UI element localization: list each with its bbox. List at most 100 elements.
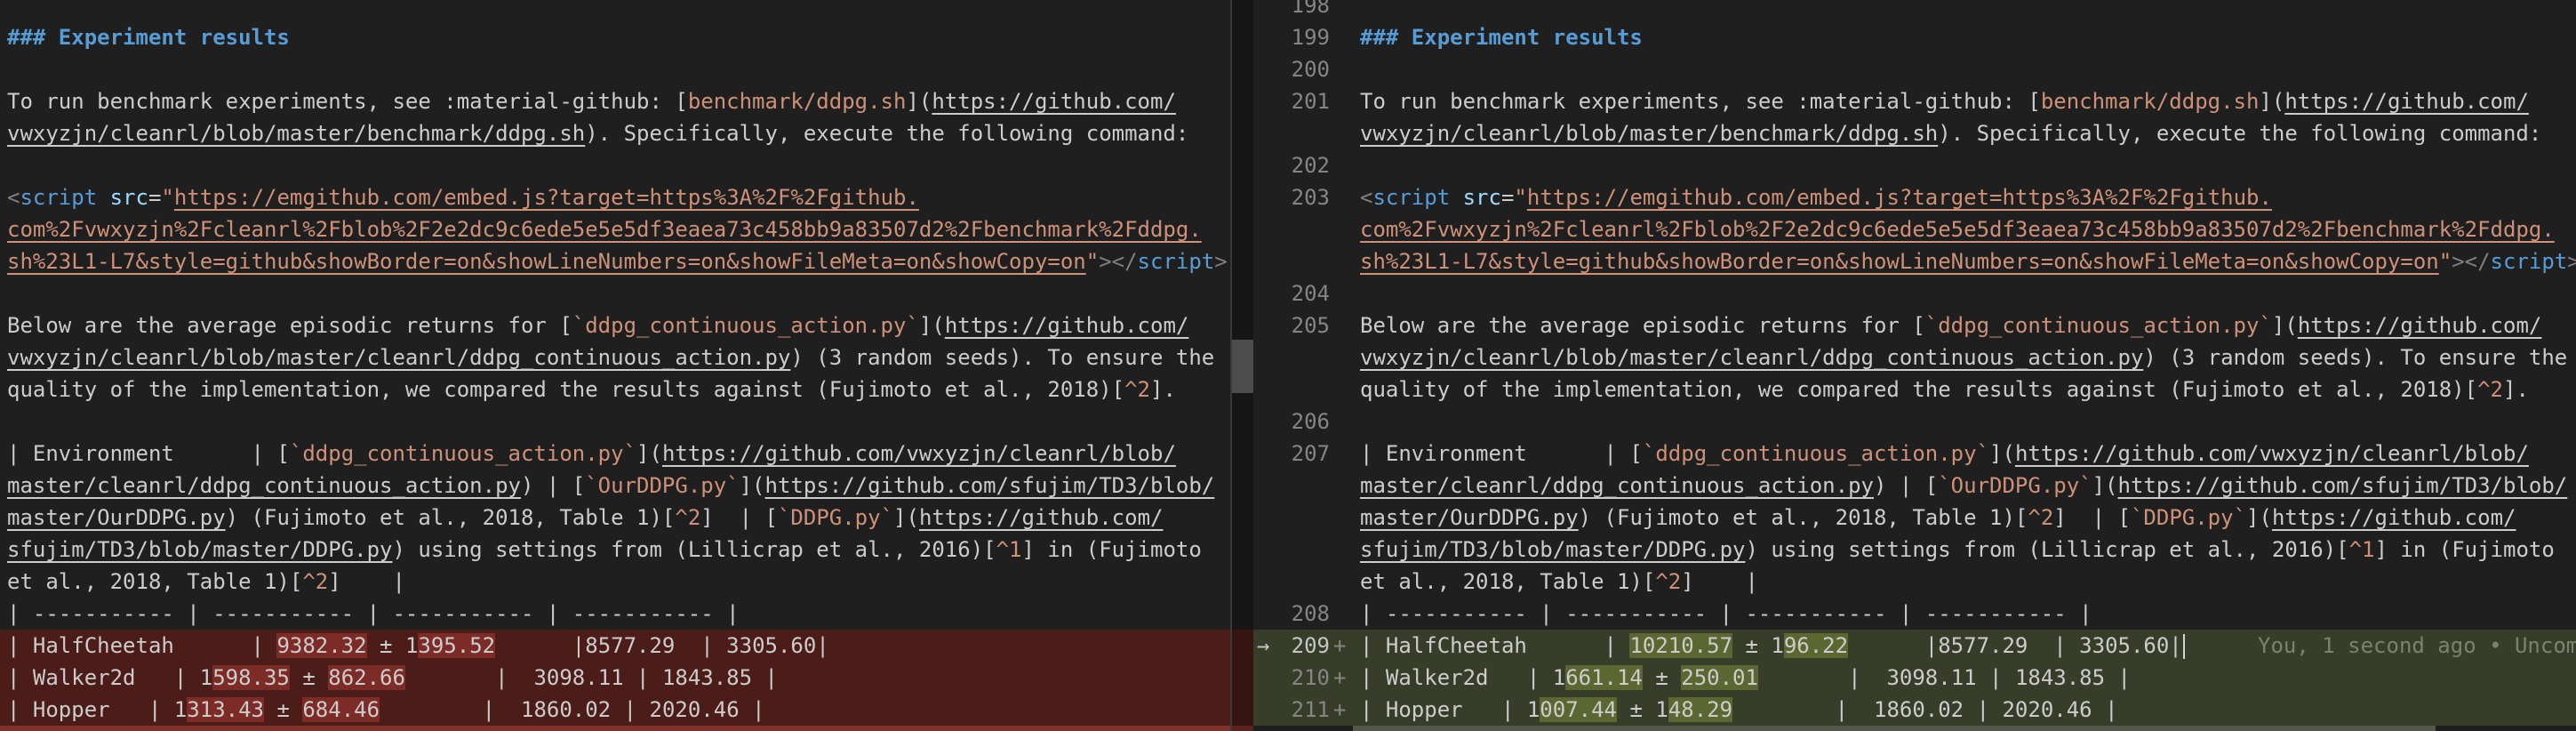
code-line[interactable]: Below are the average episodic returns f… bbox=[0, 309, 1253, 341]
code-line[interactable]: 198 bbox=[1253, 0, 2576, 21]
line-number[interactable]: 209 bbox=[1287, 630, 1330, 662]
code-line[interactable]: 202 bbox=[1253, 149, 2576, 181]
line-number[interactable] bbox=[1287, 374, 1330, 406]
line-gutter[interactable] bbox=[1253, 470, 1360, 502]
code-line[interactable]: 207| Environment | [`ddpg_continuous_act… bbox=[1253, 438, 2576, 470]
line-gutter[interactable]: 199 bbox=[1253, 21, 1360, 53]
line-number[interactable]: 200 bbox=[1287, 53, 1330, 85]
original-scrollbar-thumb[interactable] bbox=[1232, 340, 1253, 393]
line-gutter[interactable] bbox=[1253, 534, 1360, 566]
code-line[interactable]: sh%23L1-L7&style=github&showBorder=on&sh… bbox=[1253, 245, 2576, 277]
code-line[interactable]: ### Experiment results bbox=[0, 21, 1253, 53]
modified-editor-pane[interactable]: 198199### Experiment results200201To run… bbox=[1253, 0, 2576, 731]
line-number[interactable]: 204 bbox=[1287, 277, 1330, 309]
line-number[interactable] bbox=[1287, 341, 1330, 374]
line-gutter[interactable] bbox=[1253, 213, 1360, 245]
line-number[interactable]: 206 bbox=[1287, 406, 1330, 438]
line-number[interactable] bbox=[1287, 470, 1330, 502]
inserted-code-line[interactable]: →209+| HalfCheetah | 10210.57 ± 196.22 |… bbox=[1253, 630, 2576, 662]
inserted-code-line[interactable]: 211+| Hopper | 1007.44 ± 148.29 | 1860.0… bbox=[1253, 694, 2576, 726]
code-line[interactable]: sfujim/TD3/blob/master/DDPG.py) using se… bbox=[0, 534, 1253, 566]
modified-code-lines: 198199### Experiment results200201To run… bbox=[1253, 0, 2576, 726]
code-line[interactable] bbox=[0, 406, 1253, 438]
code-line[interactable] bbox=[0, 149, 1253, 181]
line-number[interactable] bbox=[1287, 245, 1330, 277]
line-number[interactable]: 208 bbox=[1287, 598, 1330, 630]
blame-annotation[interactable]: You, 1 second ago • Uncomm bbox=[2258, 630, 2576, 662]
line-gutter[interactable] bbox=[1253, 566, 1360, 598]
line-gutter[interactable] bbox=[1253, 245, 1360, 277]
line-number[interactable] bbox=[1287, 213, 1330, 245]
line-gutter[interactable]: 205 bbox=[1253, 309, 1360, 341]
deleted-code-line[interactable]: | HalfCheetah | 9382.32 ± 1395.52 |8577.… bbox=[0, 630, 1253, 662]
token-txt: ]. bbox=[1150, 377, 1176, 402]
code-line[interactable]: vwxyzjn/cleanrl/blob/master/benchmark/dd… bbox=[0, 117, 1253, 149]
line-gutter[interactable]: →209+ bbox=[1253, 630, 1360, 662]
code-line[interactable]: 203<script src="https://emgithub.com/emb… bbox=[1253, 181, 2576, 213]
code-line[interactable]: | Environment | [`ddpg_continuous_action… bbox=[0, 438, 1253, 470]
line-number[interactable]: 199 bbox=[1287, 21, 1330, 53]
line-gutter[interactable] bbox=[1253, 117, 1360, 149]
line-gutter[interactable]: 201 bbox=[1253, 85, 1360, 117]
line-gutter[interactable]: 202 bbox=[1253, 149, 1360, 181]
line-gutter[interactable]: 200 bbox=[1253, 53, 1360, 85]
code-line[interactable]: com%2Fvwxyzjn%2Fcleanrl%2Fblob%2F2e2dc9c… bbox=[0, 213, 1253, 245]
code-line[interactable]: quality of the implementation, we compar… bbox=[0, 374, 1253, 406]
line-number[interactable]: 210 bbox=[1287, 662, 1330, 694]
code-line[interactable] bbox=[0, 277, 1253, 309]
inserted-code-line[interactable]: 210+| Walker2d | 1661.14 ± 250.01 | 3098… bbox=[1253, 662, 2576, 694]
line-gutter[interactable] bbox=[1253, 502, 1360, 534]
deleted-code-line[interactable]: | Walker2d | 1598.35 ± 862.66 | 3098.11 … bbox=[0, 662, 1253, 694]
line-number[interactable] bbox=[1287, 502, 1330, 534]
code-line[interactable]: master/cleanrl/ddpg_continuous_action.py… bbox=[1253, 470, 2576, 502]
line-number[interactable]: 203 bbox=[1287, 181, 1330, 213]
line-gutter[interactable]: 198 bbox=[1253, 0, 1360, 21]
line-number[interactable]: 211 bbox=[1287, 694, 1330, 726]
code-line[interactable]: et al., 2018, Table 1)[^2] | bbox=[1253, 566, 2576, 598]
line-gutter[interactable] bbox=[1253, 341, 1360, 374]
code-line[interactable]: <script src="https://emgithub.com/embed.… bbox=[0, 181, 1253, 213]
line-gutter[interactable]: 208 bbox=[1253, 598, 1360, 630]
code-line[interactable]: vwxyzjn/cleanrl/blob/master/cleanrl/ddpg… bbox=[1253, 341, 2576, 374]
code-line[interactable]: 205Below are the average episodic return… bbox=[1253, 309, 2576, 341]
line-gutter[interactable]: 206 bbox=[1253, 406, 1360, 438]
code-line[interactable]: vwxyzjn/cleanrl/blob/master/cleanrl/ddpg… bbox=[0, 341, 1253, 374]
code-line[interactable]: | ----------- | ----------- | ----------… bbox=[0, 598, 1253, 630]
code-line[interactable]: 206 bbox=[1253, 406, 2576, 438]
line-gutter[interactable]: 207 bbox=[1253, 438, 1360, 470]
code-line[interactable] bbox=[0, 53, 1253, 85]
code-line[interactable]: quality of the implementation, we compar… bbox=[1253, 374, 2576, 406]
line-number[interactable]: 201 bbox=[1287, 85, 1330, 117]
code-line[interactable] bbox=[0, 0, 1253, 21]
code-line[interactable]: master/OurDDPG.py) (Fujimoto et al., 201… bbox=[0, 502, 1253, 534]
code-line[interactable]: et al., 2018, Table 1)[^2] | bbox=[0, 566, 1253, 598]
line-number[interactable] bbox=[1287, 117, 1330, 149]
code-line[interactable]: 208| ----------- | ----------- | -------… bbox=[1253, 598, 2576, 630]
line-gutter[interactable]: 211+ bbox=[1253, 694, 1360, 726]
line-number[interactable]: 202 bbox=[1287, 149, 1330, 181]
code-line[interactable]: sh%23L1-L7&style=github&showBorder=on&sh… bbox=[0, 245, 1253, 277]
line-gutter[interactable]: 203 bbox=[1253, 181, 1360, 213]
line-gutter[interactable]: 210+ bbox=[1253, 662, 1360, 694]
line-number[interactable] bbox=[1287, 534, 1330, 566]
code-line[interactable]: 204 bbox=[1253, 277, 2576, 309]
token-txt: ] | [ bbox=[700, 505, 778, 530]
line-number[interactable]: 198 bbox=[1287, 0, 1330, 21]
deleted-code-line[interactable]: | Hopper | 1313.43 ± 684.46 | 1860.02 | … bbox=[0, 694, 1253, 726]
line-number[interactable]: 207 bbox=[1287, 438, 1330, 470]
original-editor-pane[interactable]: ### Experiment results To run benchmark e… bbox=[0, 0, 1253, 731]
gutter-plus-slot bbox=[1330, 406, 1360, 438]
line-gutter[interactable] bbox=[1253, 374, 1360, 406]
code-line[interactable]: master/OurDDPG.py) (Fujimoto et al., 201… bbox=[1253, 502, 2576, 534]
code-line[interactable]: 200 bbox=[1253, 53, 2576, 85]
code-line[interactable]: 199### Experiment results bbox=[1253, 21, 2576, 53]
code-line[interactable]: master/cleanrl/ddpg_continuous_action.py… bbox=[0, 470, 1253, 502]
code-line[interactable]: vwxyzjn/cleanrl/blob/master/benchmark/dd… bbox=[1253, 117, 2576, 149]
code-line[interactable]: To run benchmark experiments, see :mater… bbox=[0, 85, 1253, 117]
code-line[interactable]: com%2Fvwxyzjn%2Fcleanrl%2Fblob%2F2e2dc9c… bbox=[1253, 213, 2576, 245]
code-line[interactable]: 201To run benchmark experiments, see :ma… bbox=[1253, 85, 2576, 117]
line-number[interactable]: 205 bbox=[1287, 309, 1330, 341]
code-line[interactable]: sfujim/TD3/blob/master/DDPG.py) using se… bbox=[1253, 534, 2576, 566]
line-gutter[interactable]: 204 bbox=[1253, 277, 1360, 309]
line-number[interactable] bbox=[1287, 566, 1330, 598]
